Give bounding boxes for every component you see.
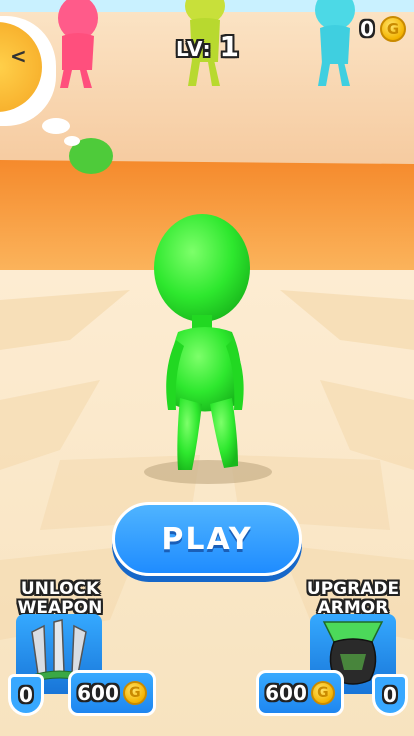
level-value: 1	[219, 30, 241, 63]
emoji-face-mark: <	[10, 44, 27, 68]
coin-glyph: G	[129, 685, 141, 701]
coin-icon: G	[310, 681, 335, 705]
upgrade-armor-title: UPGRADE ARMOR	[300, 580, 406, 618]
weapon-price: 600	[77, 681, 119, 705]
coin-icon: G	[122, 681, 147, 705]
level-indicator: LV: 1	[176, 30, 240, 63]
armor-level-badge: 0	[372, 674, 408, 716]
thought-puff	[42, 118, 70, 134]
weapon-level: 0	[19, 683, 33, 707]
coin-glyph: G	[386, 20, 400, 38]
coin-counter: 0 G	[360, 16, 406, 42]
thought-puff-small	[64, 136, 80, 146]
weapon-level-badge: 0	[8, 674, 44, 716]
level-prefix: LV:	[176, 37, 212, 61]
weapon-buy-button[interactable]: 600 G	[68, 670, 156, 716]
play-button[interactable]: PLAY	[112, 502, 302, 576]
armor-buy-button[interactable]: 600 G	[256, 670, 344, 716]
armor-level: 0	[383, 683, 397, 707]
armor-price: 600	[265, 681, 307, 705]
coin-icon: G	[380, 16, 406, 42]
coin-glyph: G	[317, 685, 329, 701]
unlock-weapon-title: UNLOCK WEAPON	[12, 580, 108, 618]
coin-count: 0	[360, 17, 374, 41]
weapon-title-line1: UNLOCK	[20, 579, 100, 599]
armor-title-line1: UPGRADE	[306, 579, 400, 599]
play-label: PLAY	[161, 521, 253, 557]
